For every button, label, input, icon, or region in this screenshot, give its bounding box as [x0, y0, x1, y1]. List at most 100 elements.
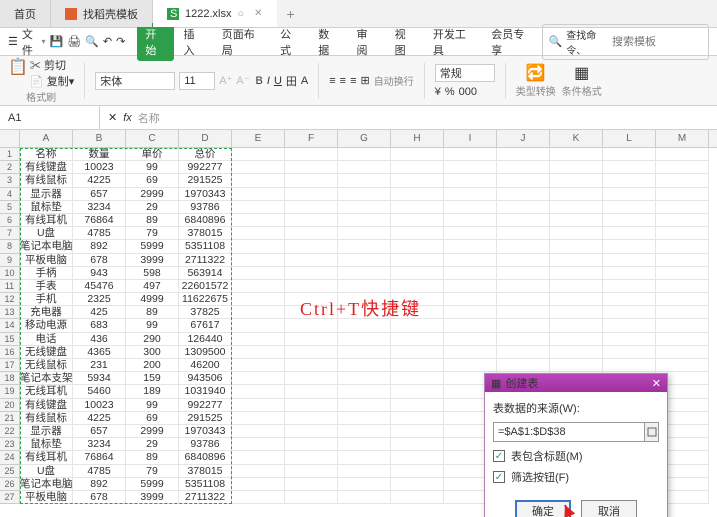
cell[interactable]	[656, 346, 709, 359]
cell[interactable]: 10023	[73, 399, 126, 412]
cancel-formula-icon[interactable]: ✕	[108, 111, 117, 124]
cell[interactable]: 鼠标垫	[20, 201, 73, 214]
cell[interactable]: 497	[126, 280, 179, 293]
cell[interactable]: 有线鼠标	[20, 412, 73, 425]
row-header[interactable]: 17	[0, 359, 20, 372]
cell[interactable]	[550, 346, 603, 359]
cell[interactable]: 76864	[73, 214, 126, 227]
close-icon[interactable]: ✕	[652, 377, 661, 390]
cell[interactable]	[497, 346, 550, 359]
cell[interactable]	[338, 254, 391, 267]
cell[interactable]	[603, 306, 656, 319]
cell[interactable]	[444, 188, 497, 201]
row-header[interactable]: 14	[0, 319, 20, 332]
cell[interactable]: 1309500	[179, 346, 232, 359]
cell[interactable]	[391, 385, 444, 398]
row-header[interactable]: 2	[0, 161, 20, 174]
cell[interactable]	[603, 359, 656, 372]
cell[interactable]	[285, 161, 338, 174]
cell[interactable]	[232, 254, 285, 267]
cell[interactable]: 2999	[126, 188, 179, 201]
cell[interactable]: 89	[126, 451, 179, 464]
cell[interactable]: 126440	[179, 333, 232, 346]
cell[interactable]: 29	[126, 201, 179, 214]
cell[interactable]: 678	[73, 254, 126, 267]
cell[interactable]: 手柄	[20, 267, 73, 280]
cell[interactable]	[497, 161, 550, 174]
cell[interactable]	[497, 293, 550, 306]
cell[interactable]: 99	[126, 319, 179, 332]
fill-color-icon[interactable]: 田	[286, 73, 297, 89]
cell[interactable]: 943506	[179, 372, 232, 385]
cell[interactable]	[232, 478, 285, 491]
cell[interactable]	[391, 425, 444, 438]
has-header-checkbox[interactable]: ✓ 表包含标题(M)	[493, 448, 659, 464]
cell[interactable]	[656, 174, 709, 187]
paste-icon[interactable]: 📋	[8, 57, 28, 89]
number-format-select[interactable]	[435, 64, 495, 82]
cell[interactable]	[550, 293, 603, 306]
cell[interactable]	[550, 240, 603, 253]
col-header[interactable]: E	[232, 130, 285, 147]
cell[interactable]	[391, 465, 444, 478]
save-icon[interactable]: 💾	[50, 35, 64, 48]
row-header[interactable]: 21	[0, 412, 20, 425]
cell[interactable]: 1970343	[179, 425, 232, 438]
cell[interactable]: 5351108	[179, 478, 232, 491]
cell[interactable]	[285, 465, 338, 478]
cell[interactable]	[285, 227, 338, 240]
font-size-select[interactable]	[179, 72, 215, 90]
cell[interactable]: 笔记本电脑	[20, 240, 73, 253]
menu-插入[interactable]: 插入	[176, 23, 212, 61]
cell[interactable]: 46200	[179, 359, 232, 372]
decrease-font-icon[interactable]: A⁻	[236, 74, 249, 87]
cell[interactable]: 189	[126, 385, 179, 398]
source-range-input[interactable]	[493, 422, 645, 442]
cell[interactable]	[391, 399, 444, 412]
cell[interactable]: 291525	[179, 174, 232, 187]
cell[interactable]	[391, 280, 444, 293]
cell[interactable]: 数量	[73, 148, 126, 161]
cell[interactable]	[285, 280, 338, 293]
dialog-titlebar[interactable]: ▦ 创建表 ✕	[485, 374, 667, 392]
cell[interactable]: 4365	[73, 346, 126, 359]
cell[interactable]: 992277	[179, 399, 232, 412]
cell[interactable]: 4225	[73, 412, 126, 425]
cell[interactable]: 5999	[126, 478, 179, 491]
cell[interactable]: 总价	[179, 148, 232, 161]
cell[interactable]	[497, 333, 550, 346]
col-header[interactable]: F	[285, 130, 338, 147]
row-header[interactable]: 25	[0, 465, 20, 478]
cell[interactable]: 657	[73, 425, 126, 438]
cell[interactable]	[232, 385, 285, 398]
cell[interactable]	[391, 227, 444, 240]
cell[interactable]	[444, 346, 497, 359]
cell[interactable]	[285, 254, 338, 267]
cell[interactable]	[338, 491, 391, 504]
cell[interactable]	[338, 188, 391, 201]
cell[interactable]	[656, 240, 709, 253]
row-header[interactable]: 4	[0, 188, 20, 201]
cell[interactable]	[550, 280, 603, 293]
cell[interactable]: 有线鼠标	[20, 174, 73, 187]
cell[interactable]	[232, 465, 285, 478]
cell[interactable]	[444, 333, 497, 346]
cell[interactable]	[603, 201, 656, 214]
cell[interactable]	[338, 372, 391, 385]
cell[interactable]	[232, 201, 285, 214]
cell[interactable]	[285, 359, 338, 372]
cell[interactable]	[603, 254, 656, 267]
cell[interactable]	[444, 293, 497, 306]
row-header[interactable]: 18	[0, 372, 20, 385]
row-header[interactable]: 19	[0, 385, 20, 398]
cell[interactable]: 4785	[73, 227, 126, 240]
cell[interactable]: 有线耳机	[20, 214, 73, 227]
cell[interactable]	[391, 267, 444, 280]
cell[interactable]	[232, 438, 285, 451]
cell[interactable]	[285, 319, 338, 332]
cell[interactable]: 89	[126, 214, 179, 227]
menu-数据[interactable]: 数据	[310, 23, 346, 61]
cell[interactable]	[391, 333, 444, 346]
cell[interactable]: 4999	[126, 293, 179, 306]
cell[interactable]	[232, 174, 285, 187]
